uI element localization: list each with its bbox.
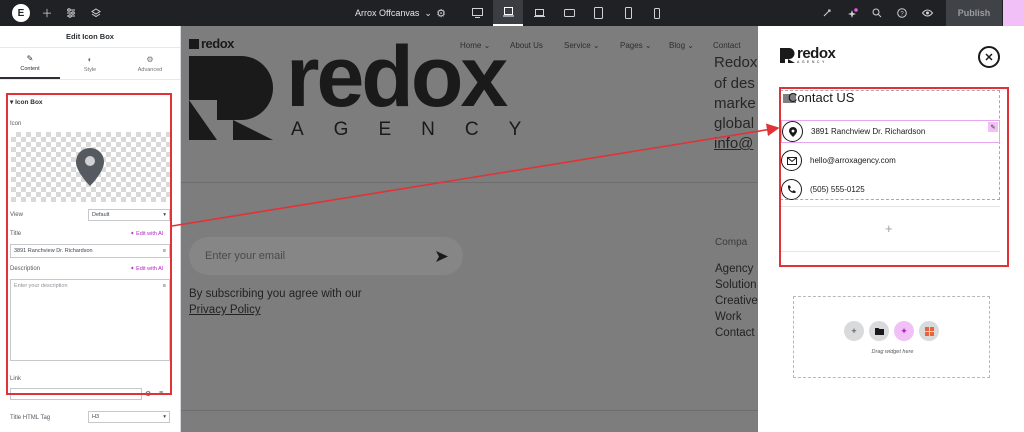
desktop-icon[interactable]	[464, 0, 490, 26]
kit-library-icon[interactable]	[919, 321, 939, 341]
help-icon[interactable]: ?	[893, 0, 911, 26]
footer-divider	[181, 410, 758, 411]
ai-sparkle-icon[interactable]: ✦	[894, 321, 914, 341]
preview-icon[interactable]	[918, 0, 936, 26]
tab-advanced[interactable]: ⚙ Advanced	[120, 48, 180, 79]
subscribe-note-line: By subscribing you agree with our	[189, 288, 362, 300]
chevron-down-icon: ⌄	[424, 7, 432, 18]
newsletter-email-input[interactable]: Enter your email	[189, 237, 463, 275]
title-html-tag-select[interactable]: H3 ▾	[88, 411, 170, 423]
brand-mark-icon	[189, 56, 273, 140]
nav-item-blog[interactable]: Blog ⌄	[669, 41, 694, 50]
laptop-icon[interactable]	[493, 0, 523, 26]
nav-blog-label: Blog	[669, 41, 686, 50]
site-logo-small-text: redox	[201, 36, 234, 51]
close-icon[interactable]: ✕	[978, 46, 1000, 68]
add-section-plus-icon[interactable]: +	[844, 321, 864, 341]
nav-item-about[interactable]: About Us	[510, 41, 543, 50]
tablet-icon[interactable]	[556, 0, 582, 26]
gear-icon[interactable]: ⚙	[432, 0, 450, 26]
panel-tabs: ✎ Content ◐ Style ⚙ Advanced	[0, 48, 180, 80]
nav-pages-label: Pages	[620, 41, 643, 50]
footer-link-solution[interactable]: Solution	[715, 279, 757, 291]
offcanvas-logo[interactable]: redox AGENCY	[780, 45, 836, 64]
footer-link-agency[interactable]: Agency	[715, 263, 753, 275]
footer-link-contact[interactable]: Contact	[715, 327, 755, 339]
mobile-landscape-icon[interactable]	[586, 0, 610, 26]
elementor-logo-icon[interactable]: E	[12, 4, 30, 22]
layers-icon[interactable]	[87, 0, 105, 26]
widget-drop-zone[interactable]: + ✦ Drag widget here	[793, 296, 990, 378]
logo-mark-icon	[189, 39, 199, 49]
brand-wordmark: redox	[286, 29, 508, 125]
footer-link-creative[interactable]: Creative	[715, 295, 758, 307]
half-circle-icon: ◐	[87, 54, 93, 64]
annotation-highlight-box	[6, 93, 172, 395]
publish-button[interactable]: Publish	[946, 0, 1002, 26]
tab-content[interactable]: ✎ Content	[0, 48, 60, 79]
ai-icon[interactable]	[818, 0, 836, 26]
mobile-icon[interactable]	[616, 0, 640, 26]
tablet-landscape-icon[interactable]	[526, 0, 552, 26]
nav-item-pages[interactable]: Pages ⌄	[620, 41, 652, 50]
tab-style[interactable]: ◐ Style	[60, 48, 120, 79]
about-text-line-1: Redox	[714, 54, 758, 71]
footer-link-work[interactable]: Work	[715, 311, 742, 323]
document-title: Arrox Offcanvas	[355, 8, 420, 18]
add-icon[interactable]: ＋	[38, 0, 56, 26]
widget-settings-panel: Edit Icon Box ✎ Content ◐ Style ⚙ Advanc…	[0, 26, 181, 432]
about-text-line-2: of des	[714, 75, 755, 92]
tab-style-label: Style	[83, 66, 97, 73]
tab-content-label: Content	[20, 65, 40, 72]
site-logo-small[interactable]: redox	[189, 36, 234, 51]
offcanvas-panel: redox AGENCY ✕ Contact US 3891 Ranchview…	[758, 26, 1024, 432]
annotation-highlight-box	[779, 87, 1009, 267]
template-folder-icon[interactable]	[869, 321, 889, 341]
about-text-line-3: marke	[714, 95, 756, 112]
page-canvas: redox Home ⌄ About Us Service ⌄ Pages ⌄ …	[181, 26, 758, 432]
newsletter-email-placeholder: Enter your email	[205, 250, 286, 262]
send-icon[interactable]	[436, 251, 448, 262]
company-heading: Compa	[715, 237, 748, 248]
section-divider	[181, 182, 758, 183]
about-email-link[interactable]: info@	[714, 136, 753, 151]
logo-mark-icon	[780, 48, 795, 63]
nav-about-label: About Us	[510, 41, 543, 50]
mobile-small-icon[interactable]	[645, 0, 669, 26]
nav-contact-label: Contact	[713, 41, 741, 50]
offcanvas-logo-text: redox	[797, 45, 836, 62]
editor-topbar: E ＋ Arrox Offcanvas ⌄ ⚙ ? Publish	[0, 0, 1024, 26]
nav-service-label: Service	[564, 41, 591, 50]
subscribe-note: By subscribing you agree with our Privac…	[189, 286, 362, 318]
publish-options-button[interactable]	[1003, 0, 1024, 26]
tab-advanced-label: Advanced	[137, 66, 163, 73]
title-html-tag-label: Title HTML Tag	[10, 415, 51, 421]
chevron-down-icon: ▾	[163, 414, 166, 420]
nav-item-contact[interactable]: Contact	[713, 41, 741, 50]
nav-item-service[interactable]: Service ⌄	[564, 41, 600, 50]
about-text-line-4: global	[714, 115, 755, 132]
pencil-icon: ✎	[26, 53, 34, 63]
title-html-tag-value: H3	[92, 414, 100, 420]
search-icon[interactable]	[868, 0, 886, 26]
privacy-policy-link[interactable]: Privacy Policy	[189, 302, 362, 318]
document-title-switcher[interactable]: Arrox Offcanvas ⌄	[355, 0, 432, 26]
settings-sliders-icon[interactable]	[62, 0, 80, 26]
drag-widget-hint: Drag widget here	[871, 349, 914, 355]
gear-icon: ⚙	[146, 54, 154, 64]
brand-tagline: AGENCY	[291, 119, 552, 140]
notifications-icon[interactable]	[843, 0, 861, 26]
panel-title: Edit Icon Box	[0, 26, 180, 48]
